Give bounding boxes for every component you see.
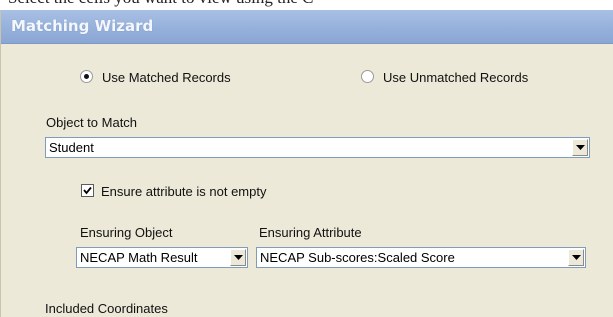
title-bar: Matching Wizard (1, 10, 613, 44)
included-coordinates-label: Included Coordinates (45, 301, 168, 316)
chevron-down-icon (572, 255, 581, 260)
use-unmatched-records-label[interactable]: Use Unmatched Records (383, 70, 528, 85)
use-unmatched-records-radio[interactable] (361, 70, 374, 83)
ensuring-attribute-value: NECAP Sub-scores:Scaled Score (260, 250, 455, 265)
document-text: Select the cells you want to view using … (8, 0, 313, 8)
ensure-attribute-label[interactable]: Ensure attribute is not empty (101, 184, 266, 199)
ensure-attribute-checkbox[interactable] (81, 184, 94, 197)
object-to-match-dropdown-button[interactable] (572, 139, 588, 156)
ensuring-attribute-dropdown-button[interactable] (568, 249, 584, 266)
object-to-match-value: Student (49, 140, 94, 155)
chevron-down-icon (234, 255, 243, 260)
object-to-match-select[interactable]: Student (45, 137, 590, 158)
ensuring-object-value: NECAP Math Result (80, 250, 198, 265)
use-matched-records-radio[interactable] (80, 70, 93, 83)
ensuring-object-select[interactable]: NECAP Math Result (76, 247, 248, 268)
use-matched-records-label[interactable]: Use Matched Records (102, 70, 231, 85)
radio-selected-icon (84, 74, 89, 79)
matching-wizard-dialog: Matching Wizard Use Matched Records Use … (0, 10, 613, 317)
object-to-match-label: Object to Match (46, 115, 138, 130)
page: Select the cells you want to view using … (0, 0, 613, 317)
ensuring-attribute-select[interactable]: NECAP Sub-scores:Scaled Score (256, 247, 586, 268)
ensuring-attribute-label: Ensuring Attribute (259, 225, 362, 240)
chevron-down-icon (576, 145, 585, 150)
window-title: Matching Wizard (11, 17, 154, 35)
ensuring-object-dropdown-button[interactable] (230, 249, 246, 266)
ensuring-object-label: Ensuring Object (80, 225, 173, 240)
checkmark-icon (83, 186, 92, 195)
